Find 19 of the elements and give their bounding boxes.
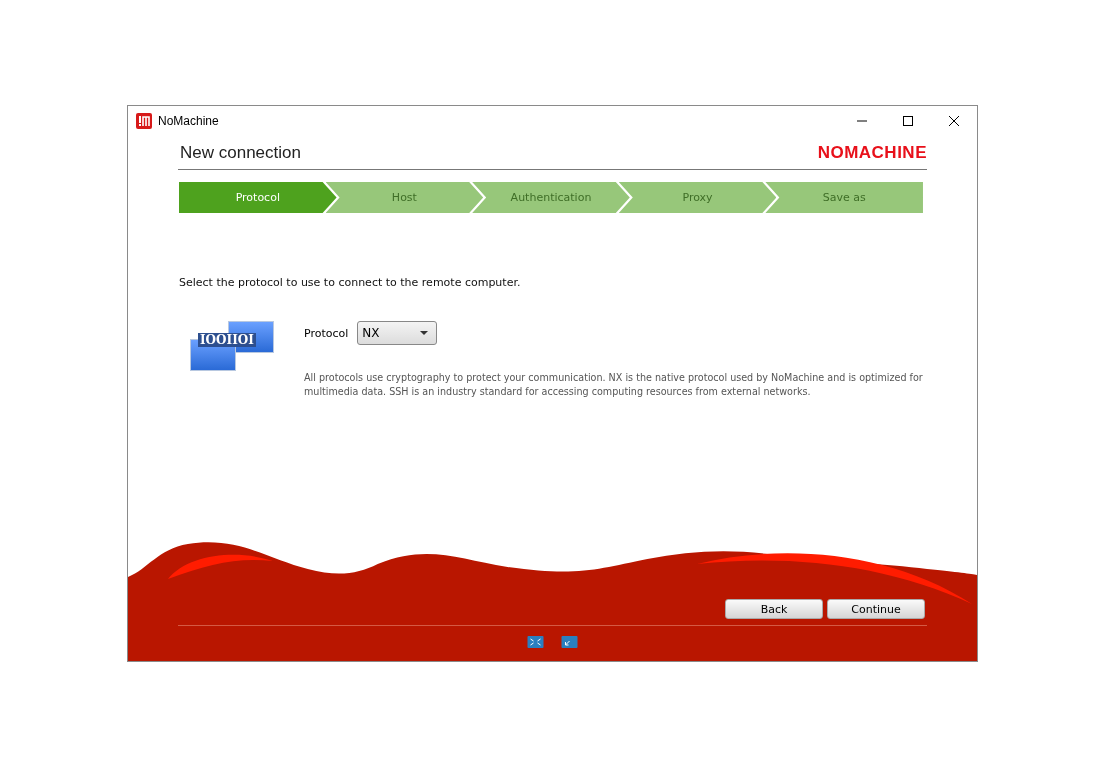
wizard-step: Save as [765, 182, 923, 213]
continue-button[interactable]: Continue [827, 599, 925, 619]
instruction-text: Select the protocol to use to connect to the remote computer. [178, 276, 522, 289]
caret-icon [420, 331, 429, 335]
wizard-step: Proxy [618, 182, 777, 213]
close-icon [948, 115, 960, 127]
protocol-dropdown[interactable]: NX [357, 321, 438, 345]
binary-text: IOOIIOI [198, 333, 256, 347]
wizard-step: Protocol [179, 182, 337, 213]
maximize-icon [902, 115, 914, 127]
protocol-label: Protocol [304, 326, 349, 340]
window-title: NoMachine [158, 114, 219, 128]
brand-logo: NOMACHINE [817, 142, 927, 163]
page-title: New connection [179, 142, 301, 163]
app-logo-icon [136, 113, 152, 129]
wizard-step: Host [325, 182, 484, 213]
back-button[interactable]: Back [725, 599, 823, 619]
description-text: All protocols use cryptography to protect your communication. NX is the native protocol used by NoMachine and is optimized for multimedia data. SSH is an industry standard for accessing computing resources from external networks. [304, 371, 924, 399]
wizard-step: Authentication [472, 182, 630, 213]
